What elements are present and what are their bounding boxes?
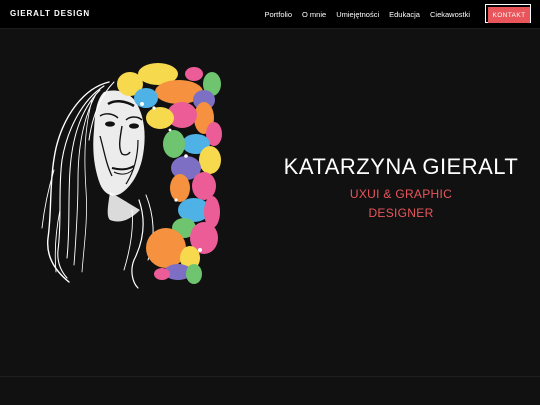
nav-item-about[interactable]: O mnie — [302, 10, 326, 19]
brand-logo[interactable]: GIERALT DESIGN — [10, 9, 90, 18]
contact-button[interactable]: KONTAKT — [488, 7, 530, 23]
hero-role-line-1: UXUI & GRAPHIC — [349, 187, 453, 201]
main-nav: Portfolio O mnie Umiejętności Edukacja C… — [264, 10, 470, 19]
portrait-illustration — [41, 63, 222, 289]
face — [93, 90, 145, 222]
contact-button-wrapper: KONTAKT — [485, 4, 533, 24]
nav-item-education[interactable]: Edukacja — [389, 10, 420, 19]
nav-item-skills[interactable]: Umiejętności — [336, 10, 379, 19]
hero-role-line-2: DESIGNER — [368, 206, 434, 220]
hero-section: KATARZYNA GIERALT UXUI & GRAPHIC DESIGNE… — [270, 150, 532, 222]
nav-item-fun-facts[interactable]: Ciekawostki — [430, 10, 470, 19]
hero-name: KATARZYNA GIERALT — [283, 154, 519, 179]
nav-item-portfolio[interactable]: Portfolio — [264, 10, 292, 19]
top-navigation-bar: GIERALT DESIGN Portfolio O mnie Umiejętn… — [0, 0, 540, 29]
section-divider — [0, 376, 540, 377]
